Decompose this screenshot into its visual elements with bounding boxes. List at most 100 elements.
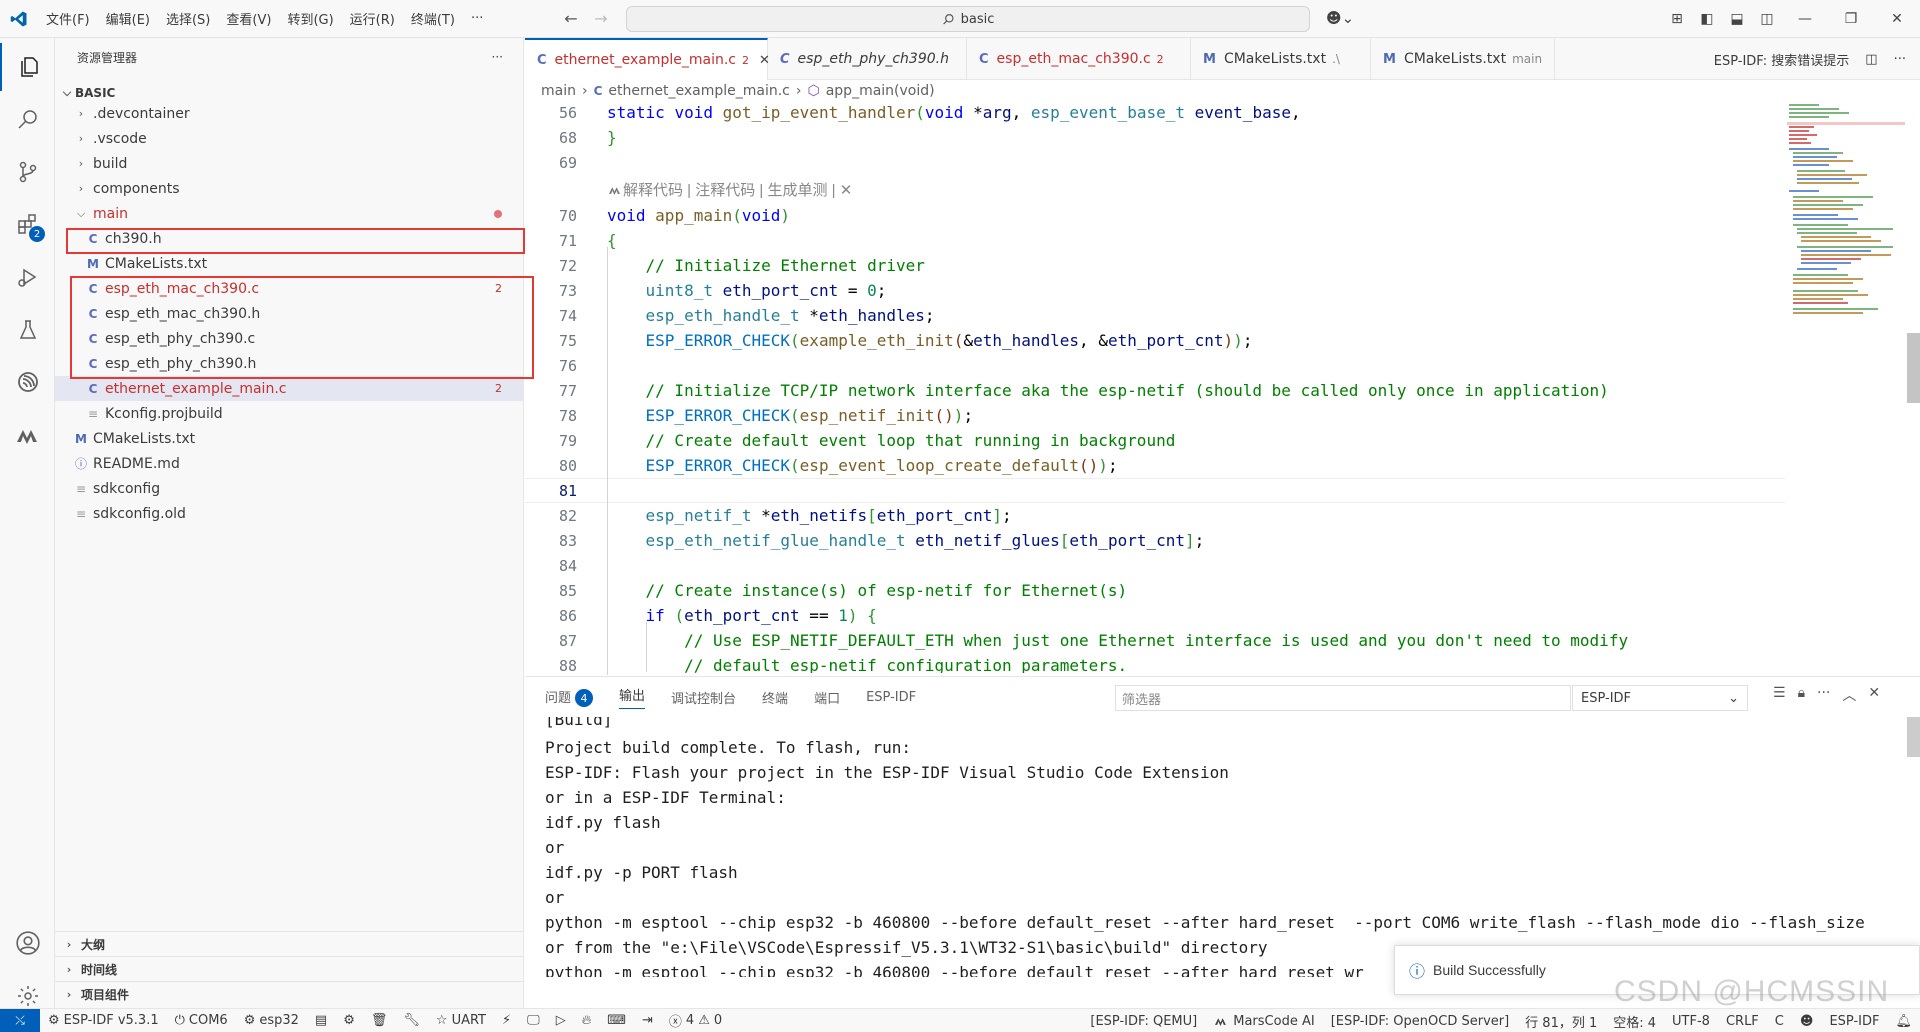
source-control-icon[interactable] [0, 148, 55, 196]
marscode-icon[interactable] [0, 411, 55, 459]
esp-idf-search-error-hint[interactable]: ESP-IDF: 搜索错误提示 [1714, 50, 1850, 69]
menu-go[interactable]: 转到(G) [279, 9, 341, 28]
menu-run[interactable]: 运行(R) [342, 9, 403, 28]
tree-folder[interactable]: › build [55, 151, 524, 176]
breadcrumb-folder[interactable]: main [541, 83, 576, 99]
tree-file[interactable]: ≡ Kconfig.projbuild [55, 401, 524, 426]
status-openocd[interactable]: [ESP-IDF: OpenOCD Server] [1323, 1014, 1517, 1029]
toggle-secondary-sidebar-icon[interactable]: ◫ [1752, 11, 1782, 27]
status-settings-icon[interactable]: ⚙ [335, 1013, 363, 1028]
command-center-search[interactable]: basic [626, 6, 1310, 32]
minimap[interactable] [1787, 100, 1905, 390]
tree-folder-main[interactable]: ⌵ main [55, 201, 524, 226]
status-esp-idf[interactable]: ESP-IDF [1821, 1014, 1887, 1029]
code-editor[interactable]: 56 static void got_ip_event_handler(void … [525, 100, 1787, 673]
lock-scroll-icon[interactable]: 🔒︎ [1798, 685, 1805, 705]
status-eol[interactable]: CRLF [1718, 1014, 1767, 1029]
run-debug-icon[interactable] [0, 253, 55, 301]
tree-folder[interactable]: › .devcontainer [55, 101, 524, 126]
status-target[interactable]: ⚙ esp32 [236, 1013, 307, 1028]
breadcrumb-symbol[interactable]: app_main(void) [826, 83, 935, 99]
status-debug-icon[interactable]: ▷ [548, 1013, 574, 1028]
tab-cmakelists-main[interactable]: M CMakeLists.txt main [1371, 38, 1555, 80]
status-menuconfig-icon[interactable]: ▤ [307, 1013, 335, 1028]
tab-terminal[interactable]: 终端 [762, 688, 788, 707]
status-language[interactable]: C [1767, 1014, 1792, 1029]
explorer-icon[interactable] [0, 43, 55, 91]
breadcrumb-file[interactable]: ethernet_example_main.c [608, 83, 789, 99]
tab-esp-eth-mac-ch390-c[interactable]: C esp_eth_mac_ch390.c 2 [967, 38, 1191, 80]
status-indentation[interactable]: 空格: 4 [1605, 1012, 1664, 1031]
tab-debug-console[interactable]: 调试控制台 [671, 688, 736, 707]
tree-folder[interactable]: › components [55, 176, 524, 201]
output-scrollbar[interactable] [1907, 717, 1920, 757]
toggle-sidebar-icon[interactable]: ◧ [1692, 11, 1722, 27]
notifications-bell-icon[interactable]: 🔔︎ [1887, 1014, 1920, 1029]
layout-customize-icon[interactable]: ⊞ [1662, 11, 1692, 27]
toggle-panel-icon[interactable]: ⬓ [1722, 11, 1752, 27]
status-encoding[interactable]: UTF-8 [1664, 1014, 1718, 1029]
menu-view[interactable]: 查看(V) [218, 9, 279, 28]
account-icon[interactable] [0, 919, 55, 967]
close-panel-icon[interactable]: ✕ [1868, 685, 1880, 705]
timeline-section[interactable]: › 时间线 [55, 956, 524, 981]
forward-arrow-icon[interactable]: → [588, 9, 614, 28]
tab-esp-eth-phy-ch390-h[interactable]: C esp_eth_phy_ch390.h [768, 38, 967, 80]
remote-indicator-icon[interactable]: ⤯ [0, 1008, 40, 1032]
split-editor-icon[interactable]: ◫ [1865, 52, 1877, 67]
tree-file[interactable]: M CMakeLists.txt [55, 426, 524, 451]
project-components-section[interactable]: › 项目组件 [55, 981, 524, 1006]
tree-folder[interactable]: › .vscode [55, 126, 524, 151]
tree-file[interactable]: ≡ sdkconfig.old [55, 501, 524, 526]
status-marscode[interactable]: MarsCode AI [1205, 1014, 1322, 1029]
more-actions-icon[interactable]: ··· [1894, 52, 1906, 67]
status-esp-idf-version[interactable]: ⚙︎ ESP-IDF v5.3.1 [40, 1013, 167, 1028]
menu-terminal[interactable]: 终端(T) [403, 9, 463, 28]
output-filter-input[interactable]: 筛选器 [1115, 685, 1571, 711]
close-icon[interactable]: ✕ [1874, 11, 1920, 27]
status-build-flash-monitor-icon[interactable]: 🔥︎ [574, 1013, 600, 1028]
tab-output[interactable]: 输出 [619, 685, 646, 709]
tree-file[interactable]: ⓘ README.md [55, 451, 524, 476]
editor-scrollbar[interactable] [1907, 333, 1920, 403]
status-flash-icon[interactable]: ⚡ [494, 1013, 519, 1028]
copilot-icon[interactable]: ☻⌄ [1326, 9, 1354, 27]
tab-problems[interactable]: 问题 4 [545, 687, 594, 708]
more-actions-icon[interactable]: ··· [1817, 685, 1830, 705]
explorer-more-icon[interactable]: ··· [492, 50, 503, 64]
extensions-icon[interactable]: 2 [0, 200, 55, 248]
minimize-icon[interactable]: — [1782, 11, 1828, 27]
restore-icon[interactable]: ❐ [1828, 11, 1874, 27]
status-flash-method[interactable]: ☆ UART [428, 1013, 494, 1028]
maximize-panel-icon[interactable]: ︿ [1842, 685, 1856, 705]
status-port[interactable]: ⏻ COM6 [167, 1013, 236, 1028]
menu-more[interactable]: ··· [463, 11, 491, 26]
status-monitor-icon[interactable]: 🖵︎ [519, 1013, 548, 1028]
output-log[interactable]: [Build] Project build complete. To flash… [525, 717, 1920, 977]
status-build-icon[interactable]: 🔧︎ [395, 1013, 428, 1028]
search-icon[interactable] [0, 95, 55, 143]
status-problems[interactable]: ⓧ 4 ⚠ 0 [661, 1011, 730, 1030]
tree-file[interactable]: M CMakeLists.txt [55, 251, 524, 276]
status-qemu[interactable]: [ESP-IDF: QEMU] [1082, 1014, 1205, 1029]
tab-ethernet-example-main[interactable]: C ethernet_example_main.c 2 ✕ [525, 38, 770, 80]
menu-selection[interactable]: 选择(S) [158, 9, 218, 28]
tab-esp-idf[interactable]: ESP-IDF [866, 690, 916, 705]
status-run-icon[interactable]: ⇥ [634, 1013, 661, 1028]
tree-file[interactable]: ≡ sdkconfig [55, 476, 524, 501]
tab-cmakelists-root[interactable]: M CMakeLists.txt .\ [1191, 38, 1371, 80]
output-channel-select[interactable]: ESP-IDF ⌄ [1572, 685, 1748, 711]
copilot-status-icon[interactable]: ☻ [1792, 1014, 1822, 1029]
esp-idf-icon[interactable] [0, 358, 55, 406]
back-arrow-icon[interactable]: ← [558, 9, 584, 28]
status-cursor-position[interactable]: 行 81，列 1 [1517, 1012, 1605, 1031]
codelens-text[interactable]: 解释代码 | 注释代码 | 生成单测 | ✕ [607, 179, 852, 200]
tree-file-selected[interactable]: Cethernet_example_main.c 2 [55, 376, 524, 401]
testing-flask-icon[interactable] [0, 306, 55, 354]
menu-file[interactable]: 文件(F) [38, 9, 98, 28]
clear-output-icon[interactable]: ☰ [1773, 685, 1786, 705]
status-terminal-icon[interactable]: ⌨︎ [599, 1013, 634, 1028]
tab-ports[interactable]: 端口 [814, 688, 840, 707]
outline-section[interactable]: › 大纲 [55, 931, 524, 956]
menu-edit[interactable]: 编辑(E) [98, 9, 158, 28]
